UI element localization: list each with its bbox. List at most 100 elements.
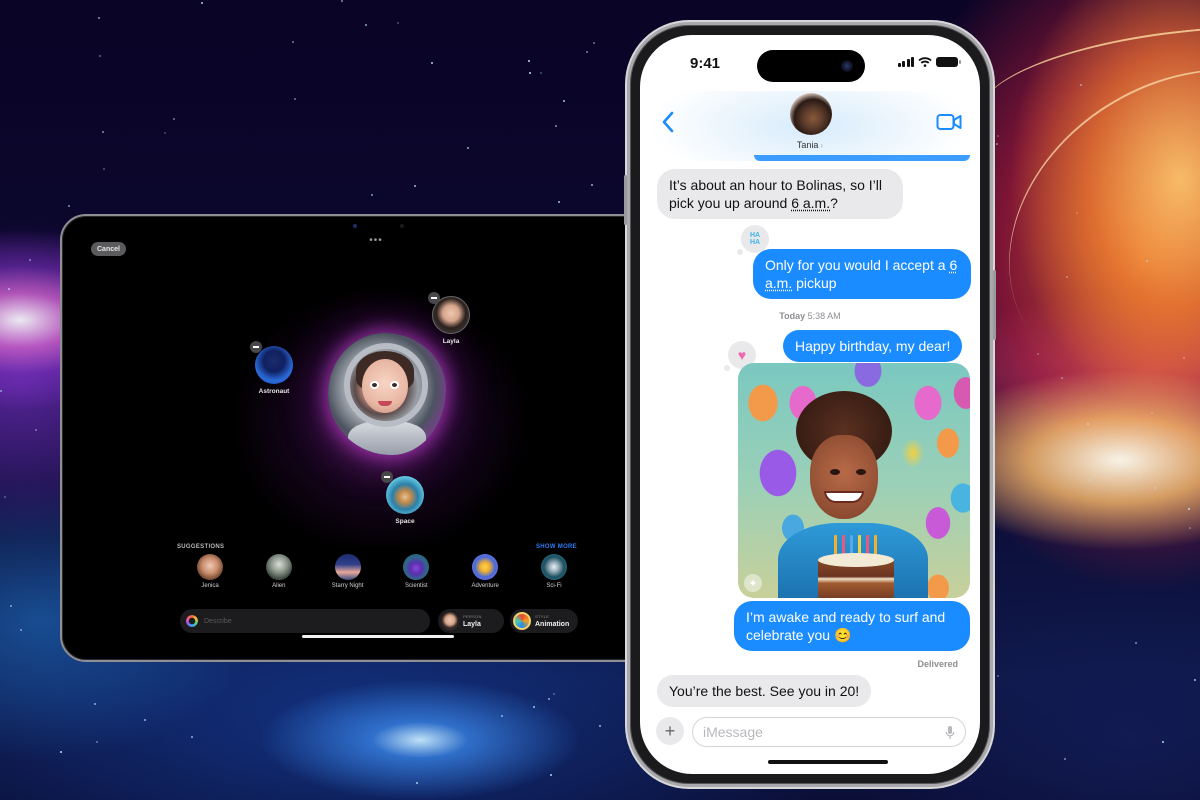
candle [834, 535, 837, 555]
star [340, 0, 343, 3]
plus-icon: + [664, 720, 676, 741]
show-more-link[interactable]: SHOW MORE [536, 544, 577, 550]
message-bubble-sent[interactable]: Only for you would I accept a 6 a.m. pic… [753, 249, 971, 299]
ipad-image-playground: ••• Cancel Create Astronaut Layla Space … [60, 214, 692, 662]
star [1060, 376, 1063, 379]
status-time: 9:41 [690, 55, 721, 72]
back-chevron-icon[interactable] [660, 110, 676, 134]
smile [824, 491, 864, 503]
message-timestamp: Today 5:38 AM [640, 311, 980, 321]
face [810, 435, 878, 519]
camera-dot [353, 224, 357, 228]
timestamp-time: 5:38 AM [807, 311, 841, 321]
suggestion-scientist[interactable]: Scientist [388, 554, 444, 589]
astronaut-helmet-icon [250, 341, 293, 384]
star [95, 740, 98, 743]
star [20, 628, 23, 631]
remove-chip-button[interactable] [381, 471, 393, 483]
previous-message-bubble [754, 155, 970, 161]
birthday-portrait-image[interactable]: ✦ [738, 363, 970, 598]
star [0, 389, 3, 392]
suggestion-sci-fi[interactable]: Sci-Fi [526, 554, 582, 589]
camera-lens [841, 60, 853, 72]
star [1036, 352, 1039, 355]
star [996, 134, 999, 137]
star [562, 100, 565, 103]
style-value: Animation [535, 620, 570, 628]
suggestion-label: Scientist [405, 583, 428, 589]
microphone-icon[interactable] [945, 725, 955, 741]
describe-input[interactable]: Describe [180, 609, 430, 633]
star [1075, 211, 1078, 214]
person-photo-icon [441, 612, 459, 630]
candle [850, 535, 853, 555]
chip-astronaut[interactable]: Astronaut [250, 341, 293, 395]
message-bubble-received[interactable]: It’s about an hour to Bolinas, so I’ll p… [657, 169, 903, 219]
star [172, 117, 175, 120]
image-playground-sparkle-icon: ✦ [744, 574, 762, 592]
star [547, 697, 550, 700]
flask-icon [403, 554, 430, 580]
suggestion-starry-night[interactable]: Starry Night [320, 554, 376, 589]
suggestion-adventure[interactable]: Adventure [457, 554, 513, 589]
cake-frosting [818, 553, 894, 567]
suggestions-heading: SUGGESTIONS [177, 544, 225, 550]
cellular-signal-icon [897, 57, 914, 67]
add-attachment-button[interactable]: + [656, 717, 684, 745]
remove-chip-button[interactable] [250, 341, 262, 353]
heart-glyph: ♥ [737, 347, 747, 363]
suggestions-list: Jenica Alien Starry Night Scientist Adve… [182, 554, 582, 589]
star [1188, 527, 1191, 530]
ellipsis-icon[interactable]: ••• [369, 236, 383, 246]
home-indicator[interactable] [768, 760, 888, 764]
star [1193, 678, 1196, 681]
image-playground-icon [186, 615, 198, 627]
person-selector[interactable]: PERSON Layla [438, 609, 504, 633]
battery-icon [936, 57, 961, 67]
facetime-video-icon[interactable] [936, 113, 962, 131]
chip-layla[interactable]: Layla [428, 292, 470, 345]
message-bubble-received[interactable]: You’re the best. See you in 20! [657, 675, 872, 707]
star [550, 773, 553, 776]
message-text: pickup [792, 275, 837, 291]
home-indicator[interactable] [302, 635, 454, 638]
message-text: Happy birthday, my dear! [795, 338, 951, 354]
contact-avatar[interactable] [790, 93, 832, 135]
message-text: I’m awake and ready to surf and celebrat… [746, 609, 946, 643]
suggestion-label: Adventure [471, 583, 499, 589]
remove-chip-button[interactable] [428, 292, 440, 304]
star [102, 130, 105, 133]
ufo-icon [540, 554, 567, 580]
message-text: Only for you would I accept a [765, 257, 950, 273]
star [1087, 422, 1090, 425]
side-button [993, 270, 996, 340]
helmet [344, 343, 428, 427]
candle [842, 535, 845, 555]
message-text: You’re the best. See you in 20! [669, 683, 860, 699]
style-selector[interactable]: STYLE Animation [510, 609, 578, 633]
animation-style-icon [513, 612, 531, 630]
cancel-button[interactable]: Cancel [91, 242, 126, 256]
message-text: It’s about an hour to Bolinas, so I’ll p… [669, 177, 882, 211]
star [590, 183, 593, 186]
imessage-input[interactable]: iMessage [692, 717, 966, 747]
contact-name[interactable]: Tania › [640, 140, 980, 150]
generated-preview-image[interactable] [328, 333, 446, 455]
alien-icon [265, 554, 292, 580]
phone-screen: 9:41 Tania › It’s about an hour to Bolina… [640, 35, 980, 774]
iphone-messages: 9:41 Tania › It’s about an hour to Bolina… [624, 22, 996, 787]
message-bubble-sent[interactable]: Happy birthday, my dear! [783, 330, 963, 362]
star [1065, 275, 1068, 278]
time-link[interactable]: 6 a.m. [791, 195, 830, 211]
suggestion-label: Starry Night [331, 583, 364, 589]
suggestion-alien[interactable]: Alien [251, 554, 307, 589]
chip-label: Space [395, 518, 415, 525]
eye [856, 469, 866, 475]
eye [830, 469, 840, 475]
dynamic-island [757, 50, 865, 82]
person-photo-icon [428, 292, 470, 334]
suggestion-jenica[interactable]: Jenica [182, 554, 238, 589]
person-photo-icon [197, 554, 223, 580]
chip-space[interactable]: Space [381, 471, 424, 525]
message-bubble-sent[interactable]: I’m awake and ready to surf and celebrat… [734, 601, 970, 651]
